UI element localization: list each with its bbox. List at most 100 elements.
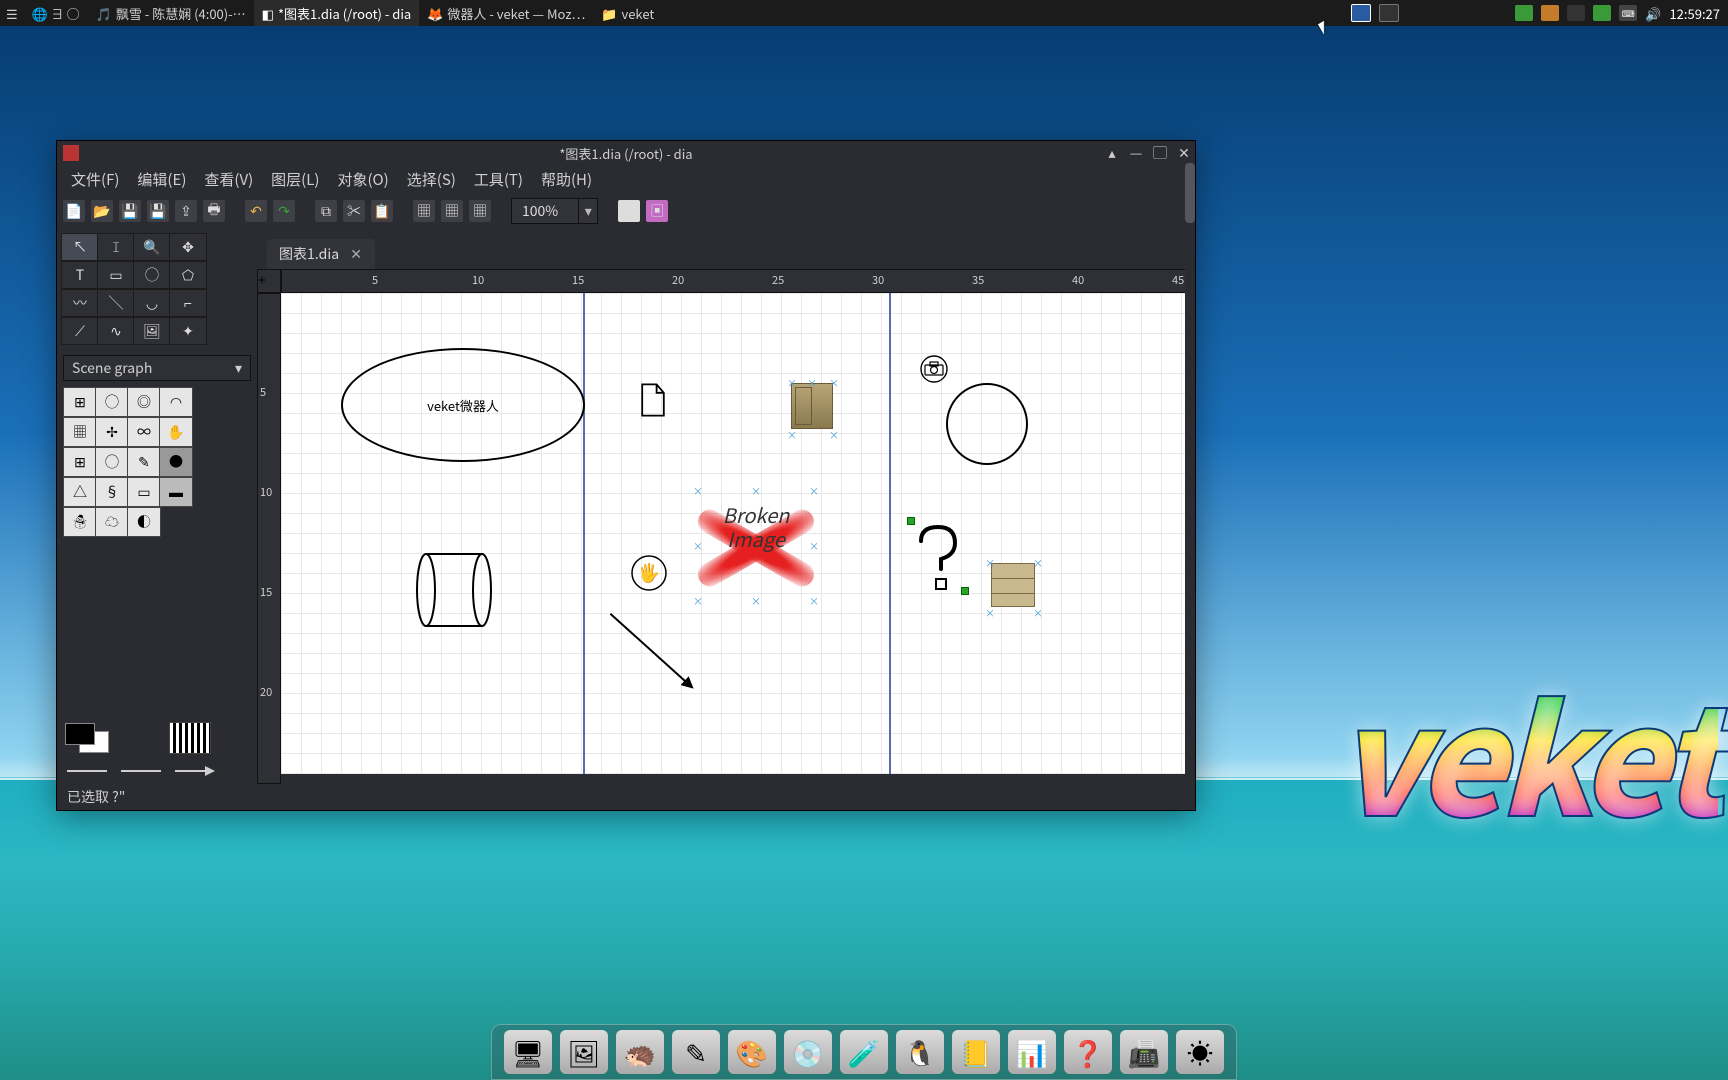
shape-transform[interactable]: ⊞ [63, 387, 97, 417]
polygon-tool[interactable]: ⬠ [169, 261, 207, 289]
grid1-button[interactable]: ▦ [413, 200, 435, 222]
tray-volume-icon[interactable]: 🔊 [1645, 4, 1661, 23]
undo-button[interactable]: ↶ [245, 200, 267, 222]
dock-charts[interactable]: 📊 [1008, 1030, 1056, 1074]
image-tool[interactable]: 🖼 [133, 317, 171, 345]
line-tool[interactable]: ╲ [97, 289, 135, 317]
bezier-tool[interactable]: 〰 [61, 289, 99, 317]
line-mid-style[interactable] [121, 770, 161, 772]
textedit-tool[interactable]: 𝙸 [97, 233, 135, 261]
ellipse-tool[interactable]: ◯ [133, 261, 171, 289]
canvas-broken-image[interactable]: Broken Image [701, 503, 811, 551]
dock-terminal[interactable]: 🖥 [504, 1030, 552, 1074]
bezierline-tool[interactable]: ∿ [97, 317, 135, 345]
cut-button[interactable]: ✂ [343, 200, 365, 222]
horizontal-ruler[interactable]: 5 10 15 20 25 30 35 40 45 [281, 269, 1195, 293]
taskbar-item-music[interactable]: 🎵 飘雪 - 陈慧娴 (4:00)-… [88, 0, 254, 26]
panel-globe-icon[interactable]: 🌐 ∃ ○ [24, 0, 88, 26]
close-button[interactable]: ✕ [1177, 146, 1191, 160]
canvas-cylinder[interactable] [416, 553, 492, 627]
canvas-drawer-icon[interactable] [991, 563, 1035, 607]
tray-battery-icon[interactable] [1593, 5, 1611, 21]
rollup-button[interactable]: ▴ [1105, 146, 1119, 160]
export-button[interactable]: ⇪ [175, 200, 197, 222]
clock[interactable]: 12:59:27 [1669, 4, 1720, 23]
tray-keyboard-icon[interactable]: ⌨ [1619, 5, 1637, 21]
shape-rotor[interactable]: ✢ [95, 417, 129, 447]
shape-other[interactable]: ◐ [127, 507, 161, 537]
print-button[interactable]: 🖶 [203, 200, 225, 222]
dock-desktop[interactable]: 🖼 [560, 1030, 608, 1074]
shape-grid[interactable]: ⊞ [63, 447, 97, 477]
tray-shield-icon[interactable] [1515, 5, 1533, 21]
dock-help[interactable]: ❓ [1064, 1030, 1112, 1074]
copy-button[interactable]: ⧉ [315, 200, 337, 222]
dock-brightness[interactable]: ☀ [1176, 1030, 1224, 1074]
tab-close-icon[interactable]: ✕ [349, 247, 363, 261]
menu-tools[interactable]: 工具(T) [468, 167, 529, 192]
canvas-hand-icon[interactable]: 🖐 [631, 555, 667, 591]
menu-help[interactable]: 帮助(H) [535, 167, 598, 192]
zoom-selector[interactable]: 100% ▾ [511, 198, 598, 224]
tray-monitor-icon[interactable] [1379, 4, 1399, 22]
shape-triangle[interactable]: △ [63, 477, 97, 507]
pattern-swatch[interactable] [169, 722, 211, 754]
save-button[interactable]: 💾 [119, 200, 141, 222]
menu-objects[interactable]: 对象(O) [331, 167, 394, 192]
shape-knot[interactable]: ∞ [127, 417, 161, 447]
dock-contacts[interactable]: 📒 [952, 1030, 1000, 1074]
canvas-ellipse[interactable]: veket微器人 [341, 348, 585, 462]
zoom-tool[interactable]: 🔍 [133, 233, 171, 261]
shape-person[interactable]: ☃ [63, 507, 97, 537]
zoom-dropdown-icon[interactable]: ▾ [578, 199, 597, 223]
polyline-tool[interactable]: ⟋ [61, 317, 99, 345]
dock-disc[interactable]: 💿 [784, 1030, 832, 1074]
title-bar[interactable]: *图表1.dia (/root) - dia ▴ — ▢ ✕ [57, 141, 1195, 165]
zigzag-tool[interactable]: ⌐ [169, 289, 207, 317]
shape-ball[interactable]: ● [159, 447, 193, 477]
shape-wand[interactable]: ✎ [127, 447, 161, 477]
text-tool[interactable]: T [61, 261, 99, 289]
tray-clipboard-icon[interactable] [1541, 5, 1559, 21]
new-button[interactable]: 📄 [63, 200, 85, 222]
box-tool[interactable]: ▭ [97, 261, 135, 289]
shape-blob[interactable]: ☁ [95, 507, 129, 537]
vertical-ruler[interactable]: 5 10 15 20 [257, 293, 281, 784]
canvas-arrow[interactable] [610, 613, 693, 688]
vertical-scrollbar[interactable] [1185, 163, 1195, 800]
redo-button[interactable]: ↷ [273, 200, 295, 222]
shape-plane[interactable]: ▬ [159, 477, 193, 507]
shape-cone[interactable]: ◠ [159, 387, 193, 417]
grid3-button[interactable]: ▦ [469, 200, 491, 222]
objsnap-button[interactable]: ▣ [646, 200, 668, 222]
canvas-circle[interactable] [946, 383, 1028, 465]
dock-mixer[interactable]: 🧪 [840, 1030, 888, 1074]
menu-file[interactable]: 文件(F) [65, 167, 125, 192]
panel-menu-button[interactable]: ☰ [0, 0, 24, 26]
minimize-button[interactable]: — [1129, 146, 1143, 160]
line-end-style[interactable] [175, 766, 215, 776]
shape-helix[interactable]: § [95, 477, 129, 507]
dock-scanner[interactable]: 📠 [1120, 1030, 1168, 1074]
snap-button[interactable]: ▪ [618, 200, 640, 222]
shape-box3d[interactable]: ▭ [127, 477, 161, 507]
shape-sphere[interactable]: ◯ [95, 387, 129, 417]
open-button[interactable]: 📂 [91, 200, 113, 222]
paste-button[interactable]: 📋 [371, 200, 393, 222]
shape-field[interactable]: ▦ [63, 417, 97, 447]
shape-category-selector[interactable]: Scene graph ▾ [63, 355, 251, 381]
grid2-button[interactable]: ▦ [441, 200, 463, 222]
menu-view[interactable]: 查看(V) [198, 167, 259, 192]
menu-layers[interactable]: 图层(L) [265, 167, 325, 192]
tray-disk-icon[interactable] [1567, 5, 1585, 21]
menu-select[interactable]: 选择(S) [401, 167, 462, 192]
maximize-button[interactable]: ▢ [1153, 146, 1167, 160]
saveas-button[interactable]: 💾 [147, 200, 169, 222]
scroll-tool[interactable]: ✥ [169, 233, 207, 261]
taskbar-item-browser[interactable]: 🦊 微器人 - veket — Moz… [419, 0, 593, 26]
dock-pet[interactable]: 🦔 [616, 1030, 664, 1074]
taskbar-item-dia[interactable]: ◧ *图表1.dia (/root) - dia [254, 0, 420, 26]
document-tab[interactable]: 图表1.dia ✕ [267, 239, 375, 269]
shape-torus[interactable]: ◎ [127, 387, 161, 417]
line-start-style[interactable] [67, 770, 107, 772]
